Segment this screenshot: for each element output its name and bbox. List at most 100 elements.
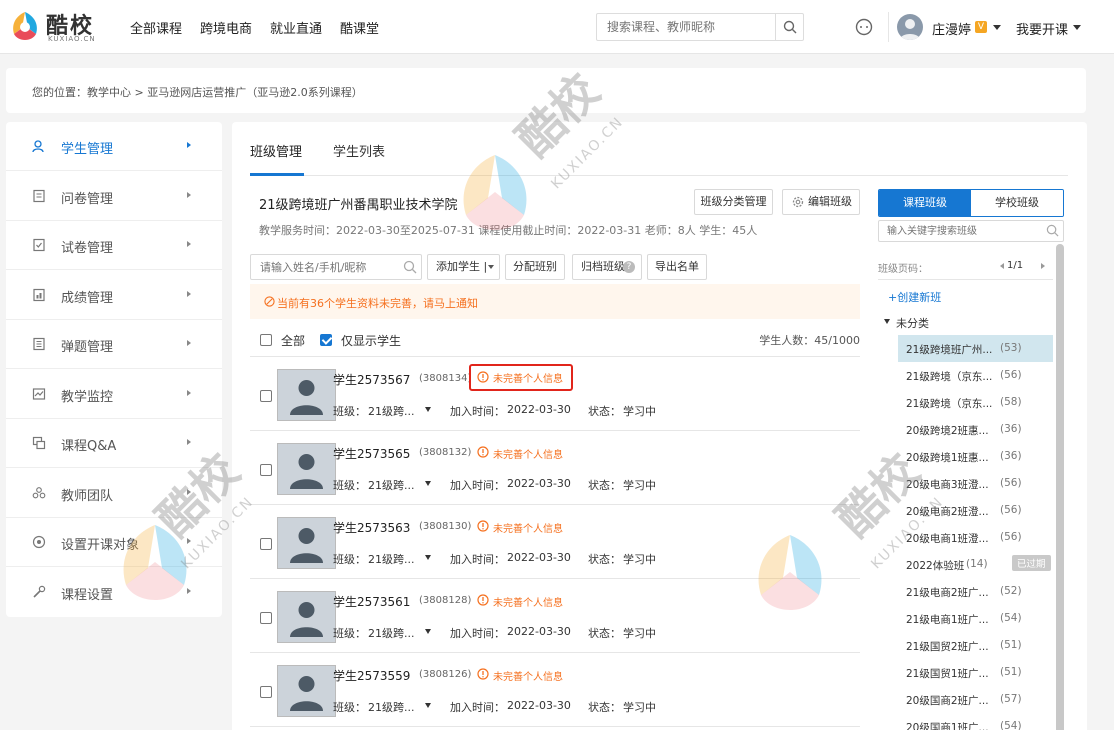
class-name: 20级国商1班广...: [906, 722, 989, 730]
global-search-button[interactable]: [775, 14, 803, 40]
class-list-item[interactable]: 21级电商2班广... (52): [898, 578, 1053, 605]
student-class-select[interactable]: 21级跨...: [368, 625, 415, 641]
create-class-link[interactable]: +创建新班: [888, 289, 941, 305]
incomplete-info-tag[interactable]: 未完善个人信息: [477, 594, 563, 609]
student-checkbox[interactable]: [260, 538, 272, 550]
search-icon: [783, 20, 796, 34]
brand-logo[interactable]: 酷校 KUXIAO.CN: [8, 8, 98, 46]
student-class-select[interactable]: 21级跨...: [368, 403, 415, 419]
class-list-item[interactable]: 20级跨境1班惠... (36): [898, 443, 1053, 470]
student-name[interactable]: 学生2573559: [333, 667, 410, 684]
select-all-checkbox[interactable]: [260, 334, 272, 346]
help-icon[interactable]: ?: [623, 261, 635, 273]
class-list-item[interactable]: 21级跨境（京东... (56): [898, 362, 1053, 389]
add-student-button[interactable]: 添加学生 |: [427, 254, 500, 280]
search-icon[interactable]: [1046, 224, 1059, 237]
class-category-button[interactable]: 班级分类管理: [694, 189, 773, 215]
class-search-input[interactable]: [879, 221, 1039, 241]
sidebar-item-monitoring[interactable]: 教学监控: [6, 370, 222, 419]
tab-course-classes[interactable]: 课程班级: [879, 190, 971, 216]
class-label: 班级：: [333, 479, 366, 492]
nav-link-employment[interactable]: 就业直通: [270, 18, 322, 37]
student-class-select[interactable]: 21级跨...: [368, 477, 415, 493]
class-name: 21级跨境班广州...: [906, 344, 993, 356]
export-list-button[interactable]: 导出名单: [647, 254, 707, 280]
student-name[interactable]: 学生2573561: [333, 593, 410, 610]
student-search-input[interactable]: [251, 255, 396, 279]
chevron-down-icon[interactable]: [993, 25, 1001, 30]
class-list-item[interactable]: 20级电商1班澄... (56): [898, 524, 1053, 551]
nav-link-classroom[interactable]: 酷课堂: [340, 18, 379, 37]
student-name[interactable]: 学生2573563: [333, 519, 410, 536]
prev-page-icon[interactable]: [1000, 263, 1004, 269]
class-list-item[interactable]: 21级跨境班广州... (53): [898, 335, 1053, 362]
search-icon[interactable]: [403, 260, 417, 274]
class-list-item[interactable]: 21级国贸2班广... (51): [898, 632, 1053, 659]
student-id: (3808130): [419, 521, 472, 532]
sidebar-item-label: 试卷管理: [61, 241, 114, 256]
user-name[interactable]: 庄漫婷: [932, 19, 971, 38]
sidebar-item-student-management[interactable]: 学生管理: [6, 122, 222, 171]
breadcrumb[interactable]: 您的位置：教学中心 > 亚马逊网店运营推广（亚马逊2.0系列课程）: [32, 84, 363, 100]
incomplete-info-tag[interactable]: 未完善个人信息: [477, 520, 563, 535]
class-list-item[interactable]: 21级国贸1班广... (51): [898, 659, 1053, 686]
sidebar-item-course-audience[interactable]: 设置开课对象: [6, 518, 222, 567]
status-label: 状态：: [588, 405, 621, 418]
edit-class-button[interactable]: 编辑班级: [782, 189, 860, 215]
chevron-down-icon[interactable]: [425, 703, 431, 708]
chevron-down-icon[interactable]: [425, 629, 431, 634]
nav-link-all-courses[interactable]: 全部课程: [130, 18, 182, 37]
join-date: 2022-03-30: [507, 477, 571, 490]
incomplete-info-tag[interactable]: 未完善个人信息: [469, 364, 573, 391]
sidebar-item-teacher-team[interactable]: 教师团队: [6, 469, 222, 518]
students-only-checkbox[interactable]: [320, 334, 332, 346]
sidebar-item-course-qa[interactable]: 课程Q&A: [6, 419, 222, 468]
student-avatar: [277, 517, 336, 569]
class-list-item[interactable]: 20级电商2班澄... (56): [898, 497, 1053, 524]
sidebar-item-popup-questions[interactable]: 弹题管理: [6, 320, 222, 369]
class-list-item[interactable]: 21级电商1班广... (54): [898, 605, 1053, 632]
sidebar-item-label: 弹题管理: [61, 340, 114, 355]
incomplete-info-tag[interactable]: 未完善个人信息: [477, 446, 563, 461]
nav-link-cross-border[interactable]: 跨境电商: [200, 18, 252, 37]
class-list-item[interactable]: 20级国商2班广... (57): [898, 686, 1053, 713]
message-icon[interactable]: [854, 17, 874, 37]
class-count: (14): [966, 558, 988, 570]
class-group-uncategorized[interactable]: 未分类: [882, 315, 929, 331]
sidebar-item-grades[interactable]: 成绩管理: [6, 271, 222, 320]
chevron-right-icon: [187, 390, 191, 396]
class-list-item[interactable]: 20级跨境2班惠... (36): [898, 416, 1053, 443]
sidebar-item-course-settings[interactable]: 课程设置: [6, 568, 222, 617]
student-checkbox[interactable]: [260, 686, 272, 698]
class-list-item[interactable]: 2022体验班 (14) 已过期: [898, 551, 1053, 578]
tab-student-list[interactable]: 学生列表: [333, 141, 385, 160]
open-course-menu[interactable]: 我要开课: [1016, 19, 1068, 38]
tab-class-management[interactable]: 班级管理: [250, 141, 302, 160]
sidebar-item-survey[interactable]: 问卷管理: [6, 172, 222, 221]
student-class-select[interactable]: 21级跨...: [368, 551, 415, 567]
class-list-item[interactable]: 20级国商1班广... (54): [898, 713, 1053, 730]
student-class-select[interactable]: 21级跨...: [368, 699, 415, 715]
student-name[interactable]: 学生2573567: [333, 371, 410, 388]
user-avatar[interactable]: [897, 14, 923, 40]
chevron-down-icon[interactable]: [425, 407, 431, 412]
scrollbar-thumb[interactable]: [1056, 244, 1064, 730]
chevron-down-icon[interactable]: [1073, 25, 1081, 30]
chevron-down-icon[interactable]: [425, 555, 431, 560]
sidebar-item-exam[interactable]: 试卷管理: [6, 221, 222, 270]
student-name[interactable]: 学生2573565: [333, 445, 410, 462]
class-list-item[interactable]: 20级电商3班澄... (56): [898, 470, 1053, 497]
next-page-icon[interactable]: [1041, 263, 1045, 269]
student-checkbox[interactable]: [260, 464, 272, 476]
assign-class-button[interactable]: 分配班别: [505, 254, 565, 280]
incomplete-info-tag[interactable]: 未完善个人信息: [477, 668, 563, 683]
class-list-item[interactable]: 21级跨境（京东... (58): [898, 389, 1053, 416]
tab-school-classes[interactable]: 学校班级: [971, 190, 1063, 216]
chevron-down-icon[interactable]: [425, 481, 431, 486]
student-checkbox[interactable]: [260, 612, 272, 624]
class-list-scrollbar[interactable]: [1056, 244, 1064, 730]
student-checkbox[interactable]: [260, 390, 272, 402]
global-search-input[interactable]: [597, 14, 773, 40]
avatar-icon: [290, 676, 323, 711]
archive-class-button[interactable]: 归档班级 ?: [572, 254, 642, 280]
